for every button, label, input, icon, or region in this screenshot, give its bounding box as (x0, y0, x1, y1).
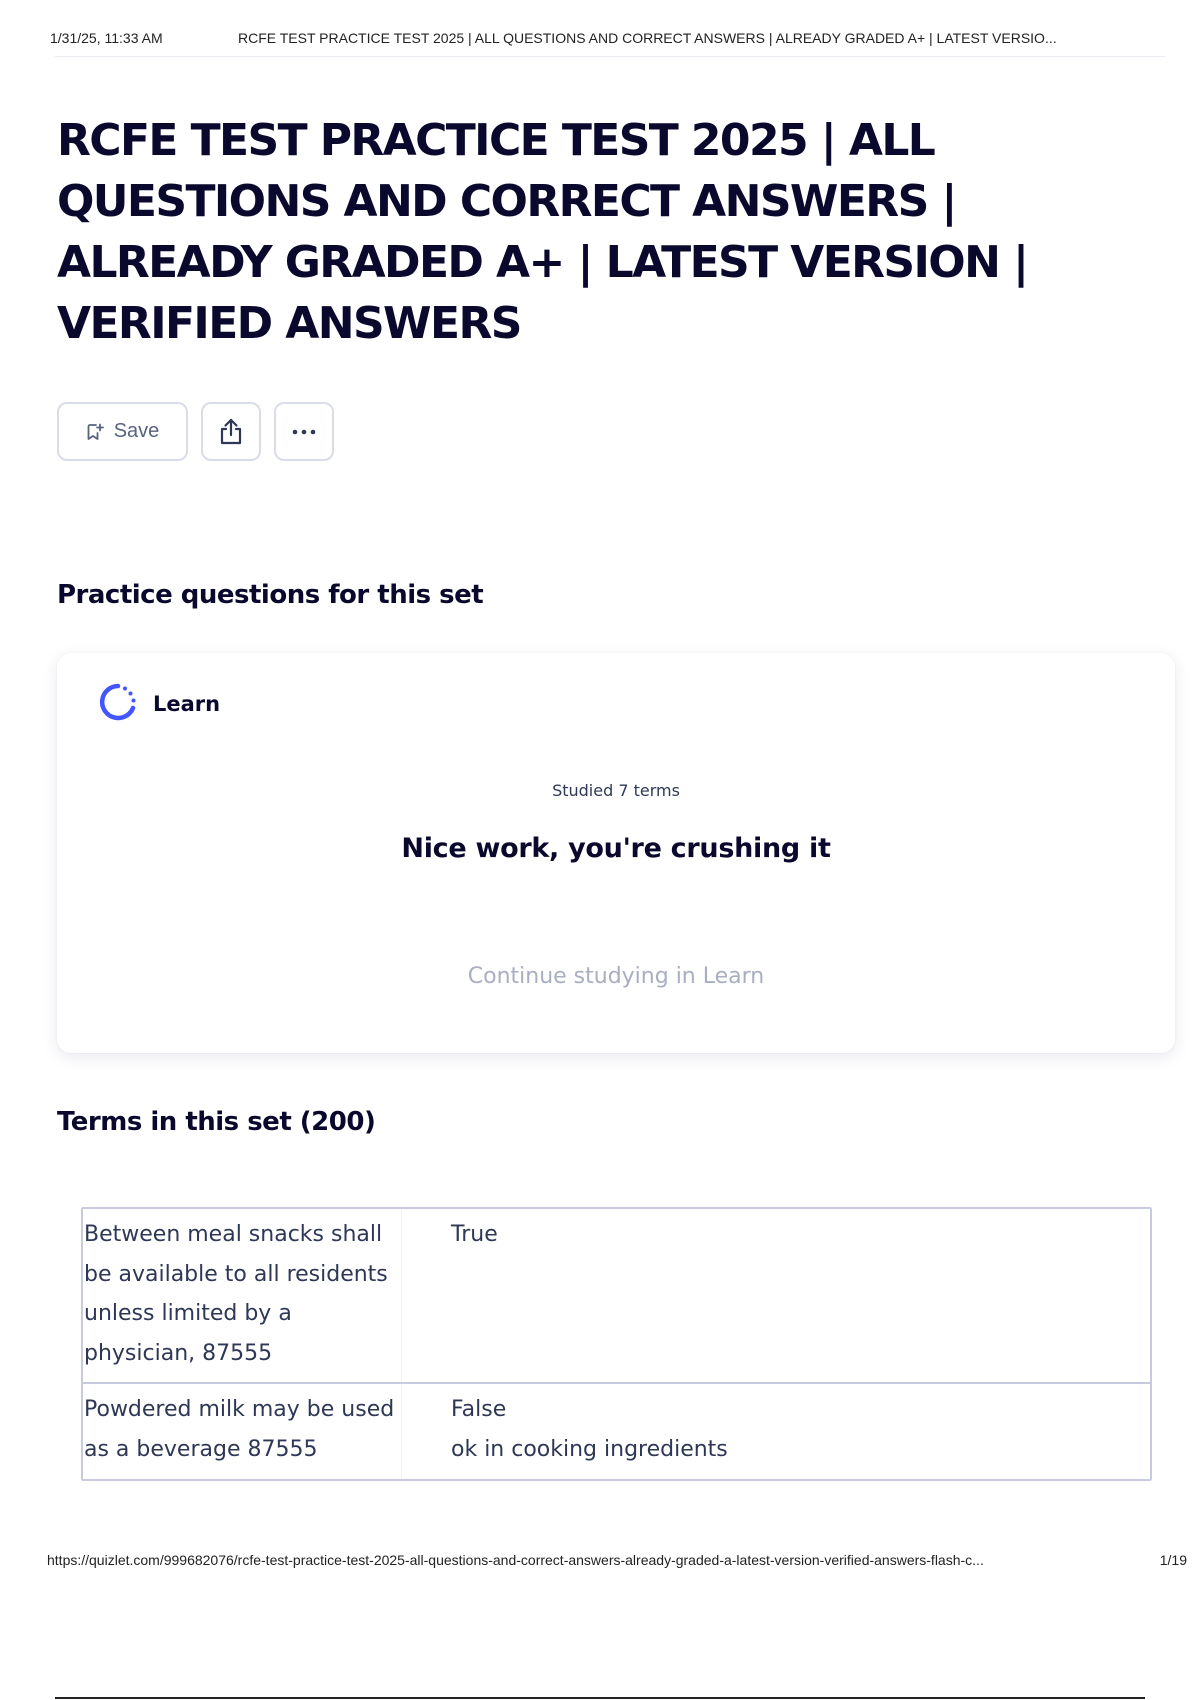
page-bottom-rule (55, 1697, 1145, 1699)
learn-progress-icon (97, 681, 139, 728)
bookmark-plus-icon (86, 423, 104, 441)
table-row: Between meal snacks shall be available t… (83, 1209, 1150, 1384)
print-header: 1/31/25, 11:33 AM RCFE TEST PRACTICE TES… (50, 30, 1170, 50)
page-number: 1/19 (1159, 1552, 1187, 1568)
more-horizontal-icon (290, 428, 318, 436)
print-footer: https://quizlet.com/999682076/rcfe-test-… (47, 1552, 1187, 1572)
learn-mode-label: Learn (153, 692, 221, 716)
continue-learn-link[interactable]: Continue studying in Learn (57, 964, 1175, 989)
definition-text: False ok in cooking ingredients (451, 1397, 728, 1462)
print-url: https://quizlet.com/999682076/rcfe-test-… (47, 1552, 984, 1568)
definition-text: True (451, 1222, 498, 1247)
more-options-button[interactable] (274, 402, 334, 461)
practice-heading: Practice questions for this set (57, 580, 484, 610)
learn-mode-header[interactable]: Learn (97, 683, 220, 725)
term-text: Powdered milk may be used as a beverage … (83, 1384, 402, 1479)
studied-count: Studied 7 terms (552, 781, 680, 800)
learn-card: Learn Studied 7 terms Nice work, you're … (57, 653, 1175, 1053)
term-text: Between meal snacks shall be available t… (83, 1209, 402, 1382)
save-button-label: Save (113, 420, 160, 442)
share-button[interactable] (201, 402, 261, 461)
header-divider (55, 56, 1165, 57)
print-doc-title: RCFE TEST PRACTICE TEST 2025 | ALL QUEST… (238, 30, 1057, 46)
encouragement-message: Nice work, you're crushing it (401, 833, 831, 864)
terms-heading: Terms in this set (200) (57, 1107, 376, 1137)
save-button[interactable]: Save (57, 402, 188, 461)
share-icon (217, 417, 245, 447)
page-title: RCFE TEST PRACTICE TEST 2025 | ALL QUEST… (57, 115, 1029, 349)
table-row: Powdered milk may be used as a beverage … (83, 1384, 1150, 1479)
terms-table: Between meal snacks shall be available t… (81, 1207, 1152, 1481)
print-date: 1/31/25, 11:33 AM (50, 30, 163, 46)
